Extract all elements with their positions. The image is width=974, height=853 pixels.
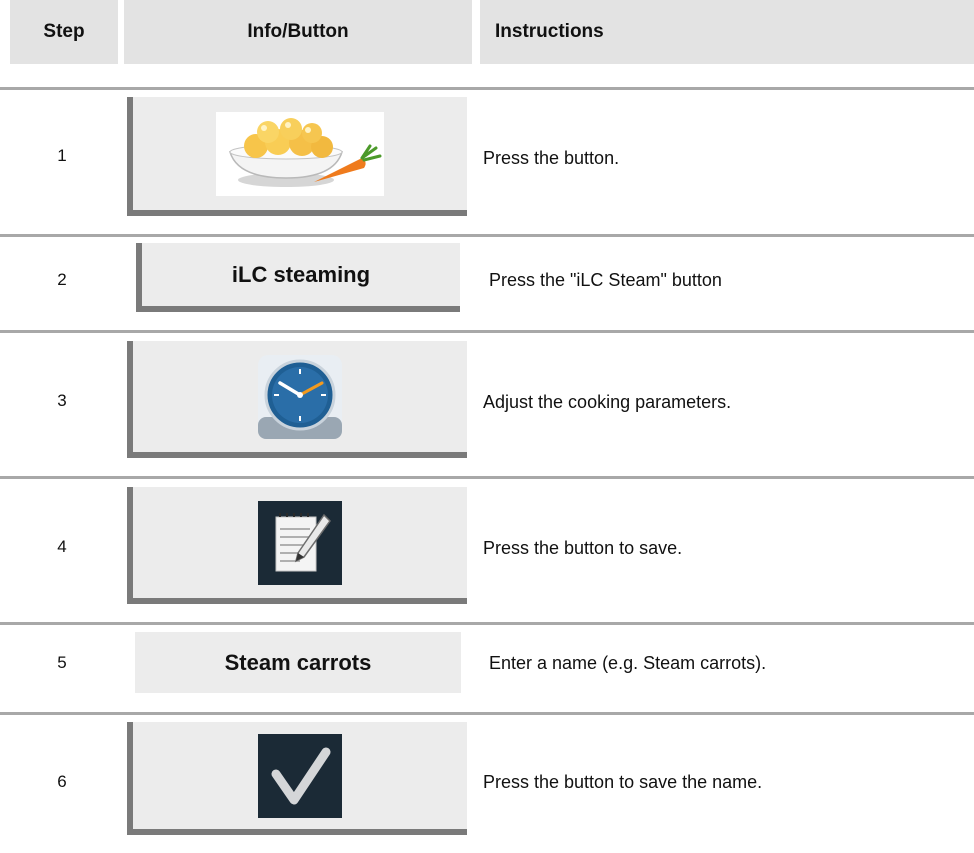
button-label: iLC steaming bbox=[231, 261, 371, 287]
header-instructions: Instructions bbox=[480, 0, 974, 64]
dumplings-carrot-icon bbox=[216, 111, 384, 196]
row-divider bbox=[0, 622, 974, 625]
step-number: 3 bbox=[57, 391, 67, 410]
notepad-pencil-icon bbox=[258, 500, 342, 585]
row-divider bbox=[0, 87, 974, 90]
row-divider bbox=[0, 330, 974, 333]
save-button[interactable] bbox=[127, 487, 467, 604]
ilc-steaming-button[interactable]: iLC steaming bbox=[136, 243, 460, 312]
confirm-button[interactable] bbox=[127, 722, 467, 835]
row-divider bbox=[0, 712, 974, 715]
instruction-text: Press the "iLC Steam" button bbox=[489, 270, 722, 290]
step-number: 4 bbox=[57, 537, 67, 556]
instruction-text: Enter a name (e.g. Steam carrots). bbox=[489, 653, 767, 673]
name-field-value: Steam carrots bbox=[224, 649, 372, 675]
step-number: 6 bbox=[57, 772, 67, 791]
checkmark-icon bbox=[258, 733, 342, 818]
clock-icon bbox=[258, 354, 342, 439]
header-step: Step bbox=[10, 0, 118, 64]
cooking-parameters-button[interactable] bbox=[127, 341, 467, 458]
instruction-text: Adjust the cooking parameters. bbox=[483, 392, 732, 412]
step-number: 2 bbox=[57, 270, 67, 289]
instruction-text: Press the button. bbox=[483, 148, 620, 168]
row-divider bbox=[0, 476, 974, 479]
instruction-text: Press the button to save. bbox=[483, 538, 683, 558]
step-number: 1 bbox=[57, 146, 67, 165]
step-number: 5 bbox=[57, 653, 67, 672]
instruction-text: Press the button to save the name. bbox=[483, 772, 763, 792]
name-field[interactable]: Steam carrots bbox=[135, 632, 461, 693]
row-divider bbox=[0, 234, 974, 237]
header-info-button: Info/Button bbox=[124, 0, 472, 64]
dumplings-button[interactable] bbox=[127, 97, 467, 216]
